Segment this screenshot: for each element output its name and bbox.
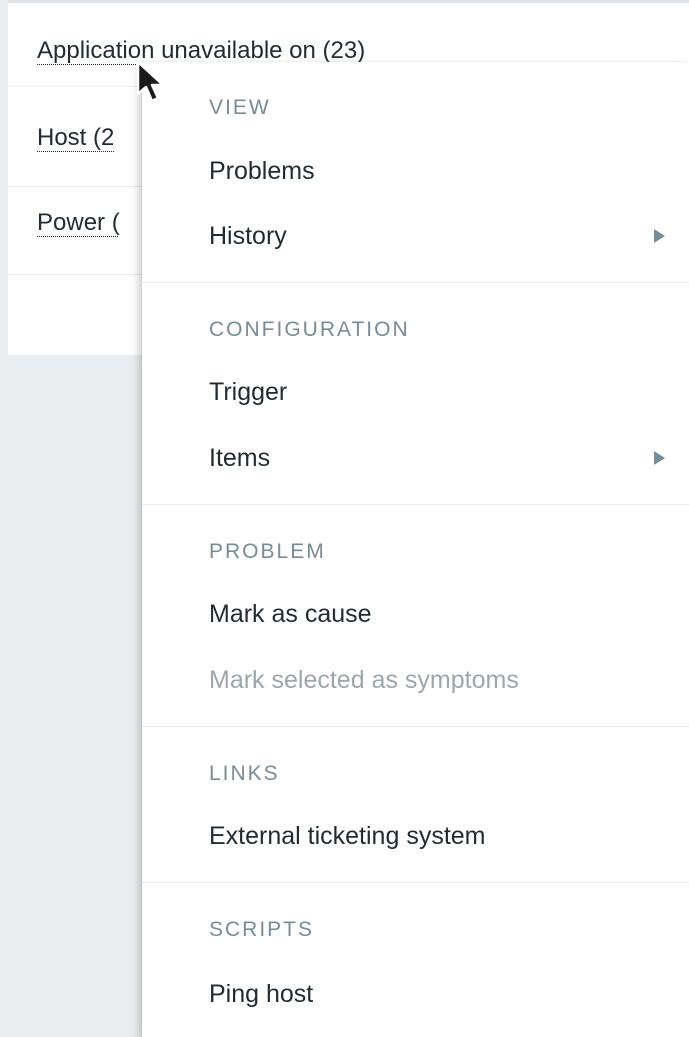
menu-item-items[interactable]: Items xyxy=(209,438,689,478)
menu-item-external-ticketing-system[interactable]: External ticketing system xyxy=(209,816,689,856)
divider xyxy=(142,504,689,505)
menu-item-ping-host[interactable]: Ping host xyxy=(209,974,689,1014)
menu-item-mark-selected-as-symptoms: Mark selected as symptoms xyxy=(209,666,519,694)
divider xyxy=(142,882,689,883)
problem-link[interactable]: Host (2 xyxy=(37,124,114,152)
section-header-links: LINKS xyxy=(209,762,280,785)
chevron-right-icon xyxy=(654,229,665,243)
menu-item-label: History xyxy=(209,222,287,250)
menu-item-history[interactable]: History xyxy=(209,216,689,256)
section-header-configuration: CONFIGURATION xyxy=(209,318,410,341)
menu-item-trigger[interactable]: Trigger xyxy=(209,372,689,412)
section-header-view: VIEW xyxy=(209,96,271,119)
menu-item-problems[interactable]: Problems xyxy=(209,151,689,191)
divider xyxy=(142,282,689,283)
divider xyxy=(142,726,689,727)
problem-link[interactable]: Power ( xyxy=(37,209,120,237)
section-header-problem: PROBLEM xyxy=(209,540,326,563)
context-menu: VIEW Problems History CONFIGURATION Trig… xyxy=(142,62,689,1037)
problem-link[interactable]: Application unavailable on (23) xyxy=(37,37,365,65)
mouse-pointer-icon xyxy=(136,60,165,103)
menu-item-mark-as-cause[interactable]: Mark as cause xyxy=(209,594,689,634)
menu-item-label: Items xyxy=(209,444,271,472)
chevron-right-icon xyxy=(654,451,665,465)
section-header-scripts: SCRIPTS xyxy=(209,918,315,941)
